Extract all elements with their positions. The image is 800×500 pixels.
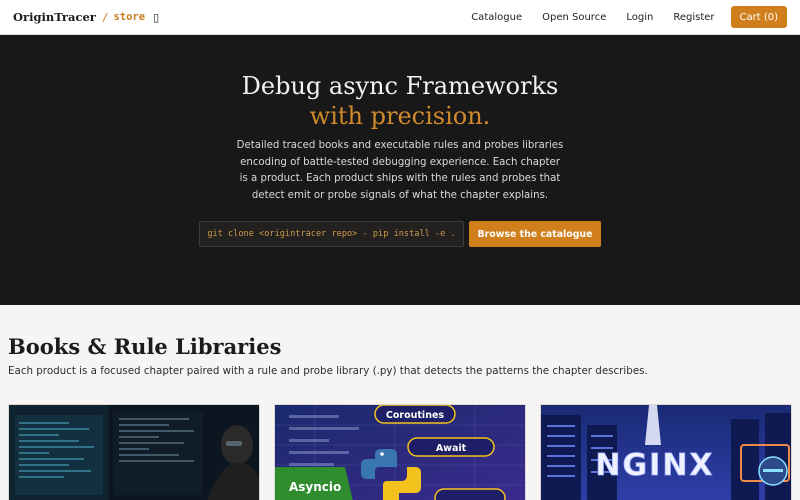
nav-link-open-source[interactable]: Open Source bbox=[542, 12, 606, 23]
hero-accent-title: with precision. bbox=[309, 102, 491, 130]
cart-button[interactable]: Cart (0) bbox=[730, 6, 787, 28]
nav-link-register[interactable]: Register bbox=[673, 12, 714, 23]
nav-link-catalogue[interactable]: Catalogue bbox=[471, 12, 522, 23]
brand-name: OriginTracer bbox=[13, 10, 96, 24]
product-card-2[interactable]: Coroutines Await Asyncio bbox=[274, 404, 526, 500]
catalogue-title: Books & Rule Libraries bbox=[8, 334, 282, 359]
brand-store-label: store bbox=[113, 11, 146, 23]
product-card-3[interactable]: NGINX bbox=[540, 404, 792, 500]
nav-link-login[interactable]: Login bbox=[626, 12, 653, 23]
brand-logo-link[interactable]: OriginTracer / store ▯ bbox=[13, 10, 159, 24]
placeholder-glyph-icon: ▯ bbox=[153, 10, 160, 24]
hero-description: Detailed traced books and executable rul… bbox=[236, 140, 564, 201]
card-2-tag-asyncio: Asyncio bbox=[289, 480, 341, 494]
brand-separator: / bbox=[101, 10, 109, 24]
main-nav: Catalogue Open Source Login Register Car… bbox=[451, 6, 787, 28]
install-command-box[interactable]: git clone <origintracer repo> - pip inst… bbox=[199, 221, 464, 247]
card-3-tag-nginx: NGINX bbox=[595, 448, 714, 483]
browse-catalogue-button[interactable]: Browse the catalogue bbox=[469, 221, 601, 247]
card-2-tag-coroutines: Coroutines bbox=[386, 410, 444, 421]
catalogue-subtitle: Each product is a focused chapter paired… bbox=[8, 365, 648, 377]
top-navbar: OriginTracer / store ▯ Catalogue Open So… bbox=[0, 0, 800, 35]
card-2-tag-await: Await bbox=[436, 443, 467, 454]
product-card-3-image: NGINX bbox=[541, 405, 791, 500]
product-card-1[interactable] bbox=[8, 404, 260, 500]
hero-title: Debug async Frameworks bbox=[241, 72, 559, 100]
product-card-1-image bbox=[9, 405, 259, 500]
product-card-2-image: Coroutines Await Asyncio bbox=[275, 405, 525, 500]
hero-section: Debug async Frameworks with precision. D… bbox=[0, 35, 800, 305]
